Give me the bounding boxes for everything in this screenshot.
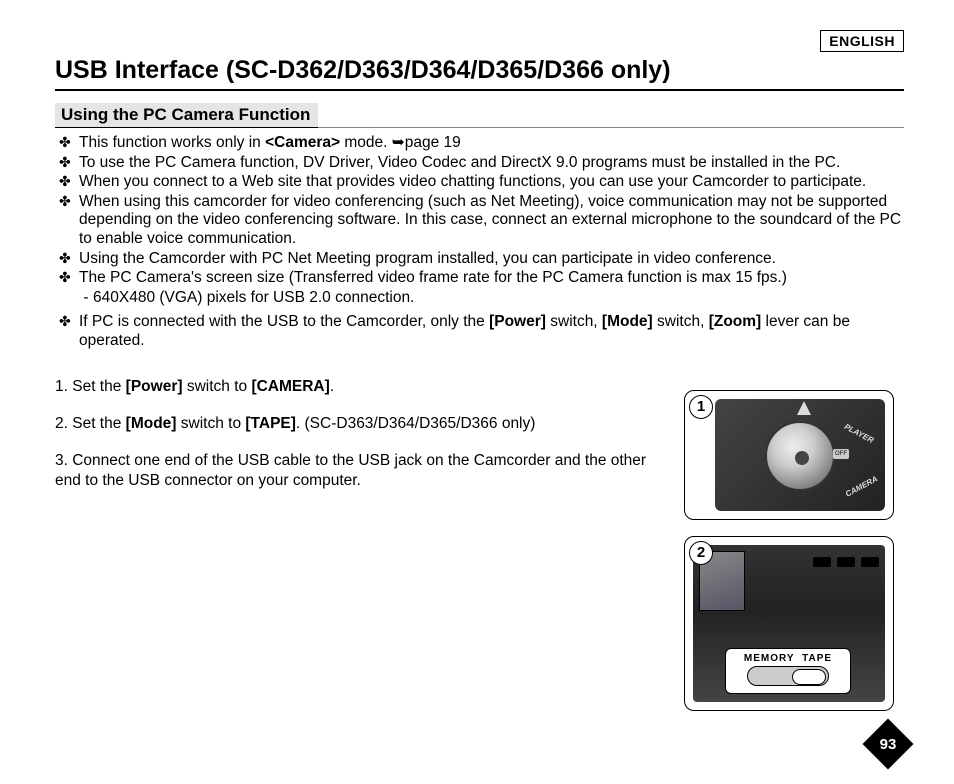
- note-item: This function works only in <Camera> mod…: [55, 134, 904, 153]
- step-text: switch to: [183, 378, 252, 395]
- step-2: 2. Set the [Mode] switch to [TAPE]. (SC-…: [55, 414, 675, 433]
- note-item: To use the PC Camera function, DV Driver…: [55, 154, 904, 173]
- note-text: mode.: [340, 134, 392, 151]
- note-item: The PC Camera's screen size (Transferred…: [55, 269, 904, 288]
- step-text: . (SC-D363/D364/D365/D366 only): [296, 415, 536, 432]
- mode-label: <Camera>: [265, 134, 340, 151]
- port-icon: [837, 557, 855, 567]
- note-item: If PC is connected with the USB to the C…: [55, 313, 904, 350]
- mode-switch-labels: MEMORY TAPE: [726, 653, 850, 664]
- language-badge: ENGLISH: [820, 30, 904, 52]
- dial-off-label: OFF: [833, 449, 849, 459]
- figure-2: 2 MEMORY TAPE: [684, 536, 894, 711]
- figures-column: 1 PLAYER OFF CAMERA 2 MEMORY TAPE: [684, 390, 894, 727]
- power-switch-label: [Power]: [126, 378, 183, 395]
- note-item: When you connect to a Web site that prov…: [55, 173, 904, 192]
- port-icon: [861, 557, 879, 567]
- step-text: switch to: [176, 415, 245, 432]
- mode-label: [Mode]: [602, 313, 653, 330]
- power-label: [Power]: [489, 313, 546, 330]
- page-title: USB Interface (SC-D362/D363/D364/D365/D3…: [55, 56, 904, 91]
- step-1: 1. Set the [Power] switch to [CAMERA].: [55, 377, 675, 396]
- steps-list: 1. Set the [Power] switch to [CAMERA]. 2…: [55, 377, 675, 491]
- dial-pointer-icon: [797, 401, 811, 415]
- page-number-badge: 93: [863, 719, 914, 770]
- notes-list: This function works only in <Camera> mod…: [55, 134, 904, 288]
- note-text: If PC is connected with the USB to the C…: [79, 313, 489, 330]
- notes-list-2: If PC is connected with the USB to the C…: [55, 313, 904, 350]
- figure-number-badge: 1: [689, 395, 713, 419]
- note-sub-text: 640X480 (VGA) pixels for USB 2.0 connect…: [93, 289, 414, 306]
- section-heading: Using the PC Camera Function: [55, 103, 318, 128]
- tape-label: TAPE: [802, 653, 832, 664]
- tape-value-label: [TAPE]: [245, 415, 296, 432]
- zoom-label: [Zoom]: [709, 313, 762, 330]
- page-ref: ➥page 19: [392, 134, 461, 151]
- note-item: When using this camcorder for video conf…: [55, 193, 904, 249]
- step-3: 3. Connect one end of the USB cable to t…: [55, 451, 675, 490]
- step-text: 2. Set the: [55, 415, 126, 432]
- mode-switch-panel: MEMORY TAPE: [725, 648, 851, 694]
- port-row-illustration: [813, 557, 879, 567]
- mode-slider-illustration: [747, 666, 829, 686]
- note-item: Using the Camcorder with PC Net Meeting …: [55, 250, 904, 269]
- note-subline: -640X480 (VGA) pixels for USB 2.0 connec…: [55, 289, 904, 308]
- memory-label: MEMORY: [744, 653, 795, 664]
- camera-value-label: [CAMERA]: [251, 378, 329, 395]
- power-dial-illustration: [765, 421, 835, 491]
- step-text: 1. Set the: [55, 378, 126, 395]
- figure-number-badge: 2: [689, 541, 713, 565]
- port-icon: [813, 557, 831, 567]
- note-text: switch,: [653, 313, 709, 330]
- step-text: .: [330, 378, 334, 395]
- page-number: 93: [870, 726, 906, 762]
- figure-1: 1 PLAYER OFF CAMERA: [684, 390, 894, 520]
- note-text: switch,: [546, 313, 602, 330]
- mode-switch-label: [Mode]: [126, 415, 177, 432]
- note-text: This function works only in: [79, 134, 265, 151]
